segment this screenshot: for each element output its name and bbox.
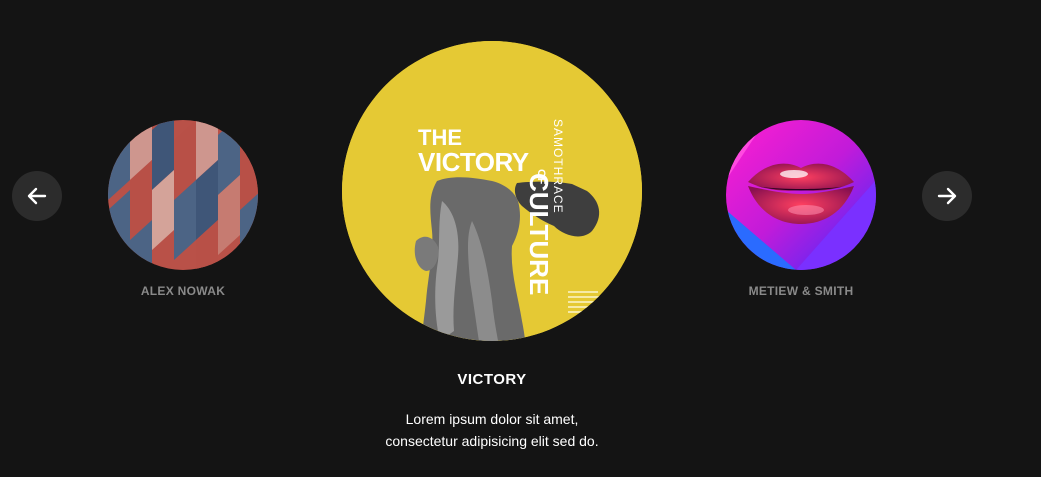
geometric-pattern-image: [108, 120, 258, 270]
slide-item-active: THE VICTORY CULTURE OF SAMOTHRACE VICTOR…: [342, 41, 642, 452]
poster-of-text: OF: [535, 169, 547, 185]
poster-culture-text: CULTURE: [524, 173, 554, 295]
next-button[interactable]: [922, 171, 972, 221]
alex-nowak-name: ALEX NOWAK: [140, 284, 226, 298]
slide-description-line-1: Lorem ipsum dolor sit amet,: [405, 411, 579, 427]
alex-nowak-image[interactable]: [108, 120, 258, 270]
previous-button[interactable]: [12, 171, 62, 221]
neon-lips-image: [726, 120, 876, 270]
slide-title: VICTORY: [457, 371, 527, 388]
arrow-left-icon: [27, 187, 47, 205]
victory-poster-image: THE VICTORY CULTURE OF SAMOTHRACE: [342, 41, 642, 341]
poster-victory-text: VICTORY: [418, 147, 529, 177]
victory-image[interactable]: THE VICTORY CULTURE OF SAMOTHRACE: [342, 41, 642, 341]
slide-description-line-2: consectetur adipisicing elit sed do.: [385, 433, 599, 449]
slide-item-right: METIEW & SMITH: [726, 120, 876, 298]
slide-item-left: ALEX NOWAK: [108, 120, 258, 298]
slide-description: Lorem ipsum dolor sit amet, consectetur …: [332, 408, 652, 452]
arrow-right-icon: [937, 187, 957, 205]
metiew-smith-name: METIEW & SMITH: [748, 284, 854, 298]
poster-samothrace-text: SAMOTHRACE: [551, 119, 565, 214]
metiew-smith-image[interactable]: [726, 120, 876, 270]
testimonial-slider: ALEX NOWAK THE VICTORY CULTURE OF SAMOTH…: [0, 0, 1041, 477]
